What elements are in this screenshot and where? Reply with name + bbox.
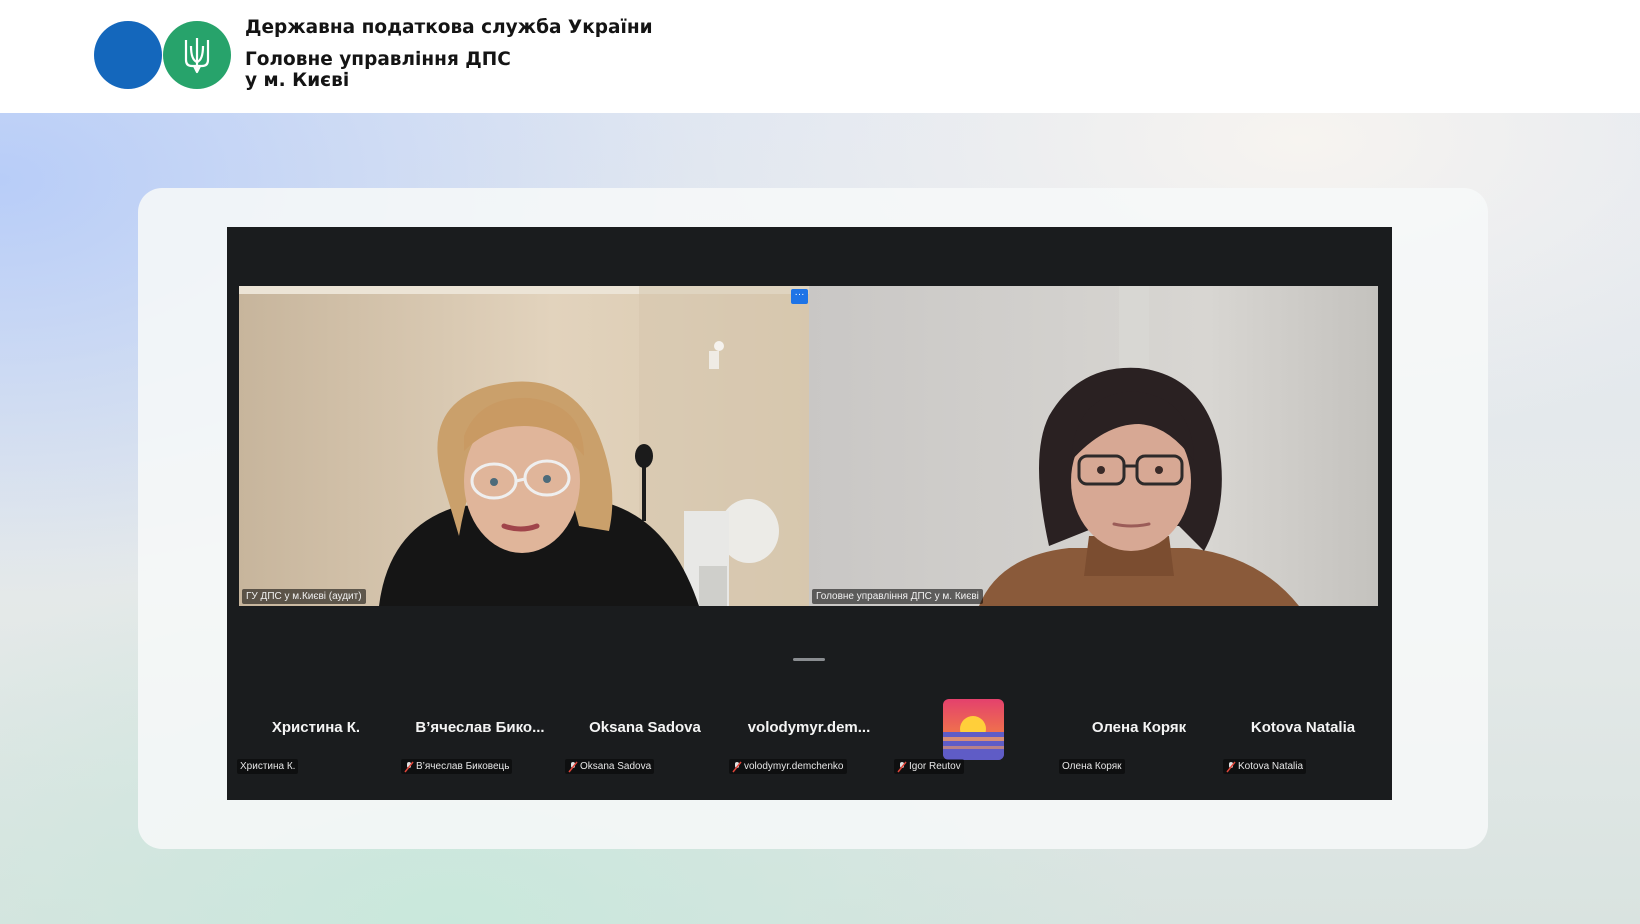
strip-participant-name[interactable]: Христина К. bbox=[241, 719, 391, 736]
strip-label-text: Igor Reutov bbox=[909, 761, 961, 772]
strip-label-text: В’ячеслав Биковець bbox=[416, 761, 510, 772]
strip-participant-name[interactable]: Oksana Sadova bbox=[570, 719, 720, 736]
participant-avatar-sunset[interactable] bbox=[943, 699, 1004, 760]
org-subtitle-line1: Головне управління ДПС bbox=[245, 49, 511, 70]
participant-video-1 bbox=[239, 286, 809, 606]
logo-green-circle bbox=[163, 21, 231, 89]
trident-icon bbox=[184, 38, 210, 74]
strip-participant-name[interactable]: В’ячеслав Бико... bbox=[405, 719, 555, 736]
more-options-icon[interactable]: ··· bbox=[791, 289, 808, 304]
drag-handle[interactable] bbox=[793, 658, 825, 661]
muted-mic-icon bbox=[568, 761, 578, 772]
strip-label-text: volodymyr.demchenko bbox=[744, 761, 844, 772]
meeting-window: ГУ ДПС у м.Києві (аудит) ··· Головне упр… bbox=[227, 227, 1392, 800]
tile-participant-name: Головне управління ДПС у м. Києві bbox=[812, 589, 983, 604]
strip-participant-name[interactable]: Kotova Natalia bbox=[1228, 719, 1378, 736]
muted-mic-icon bbox=[404, 761, 414, 772]
strip-participant-name[interactable]: Олена Коряк bbox=[1064, 719, 1214, 736]
strip-participant-label: volodymyr.demchenko bbox=[729, 759, 847, 774]
org-title: Державна податкова служба України bbox=[245, 17, 653, 38]
org-subtitle: Головне управління ДПС у м. Києві bbox=[245, 49, 511, 91]
org-subtitle-line2: у м. Києві bbox=[245, 70, 350, 91]
strip-participant-label: Kotova Natalia bbox=[1223, 759, 1307, 774]
video-tile-1[interactable]: ГУ ДПС у м.Києві (аудит) bbox=[239, 286, 809, 606]
strip-participant-label: Олена Коряк bbox=[1059, 759, 1125, 774]
strip-participant-label: Oksana Sadova bbox=[565, 759, 655, 774]
logo-blue-circle bbox=[94, 21, 162, 89]
tile-participant-name: ГУ ДПС у м.Києві (аудит) bbox=[242, 589, 366, 604]
video-tile-2-active-speaker[interactable]: Головне управління ДПС у м. Києві bbox=[809, 286, 1378, 606]
strip-label-text: Kotova Natalia bbox=[1238, 761, 1304, 772]
strip-label-text: Oksana Sadova bbox=[580, 761, 652, 772]
strip-participant-label: В’ячеслав Биковець bbox=[401, 759, 513, 774]
participant-video-2 bbox=[809, 286, 1378, 606]
muted-mic-icon bbox=[732, 761, 742, 772]
strip-participant-name[interactable]: volodymyr.dem... bbox=[734, 719, 884, 736]
header: Державна податкова служба України Головн… bbox=[0, 0, 1640, 113]
strip-label-text: Олена Коряк bbox=[1062, 761, 1122, 772]
strip-label-text: Христина К. bbox=[240, 761, 296, 772]
muted-mic-icon bbox=[897, 761, 907, 772]
sunset-picture bbox=[943, 699, 1004, 760]
strip-participant-label: Igor Reutov bbox=[894, 759, 964, 774]
strip-participant-label: Христина К. bbox=[237, 759, 299, 774]
muted-mic-icon bbox=[1226, 761, 1236, 772]
